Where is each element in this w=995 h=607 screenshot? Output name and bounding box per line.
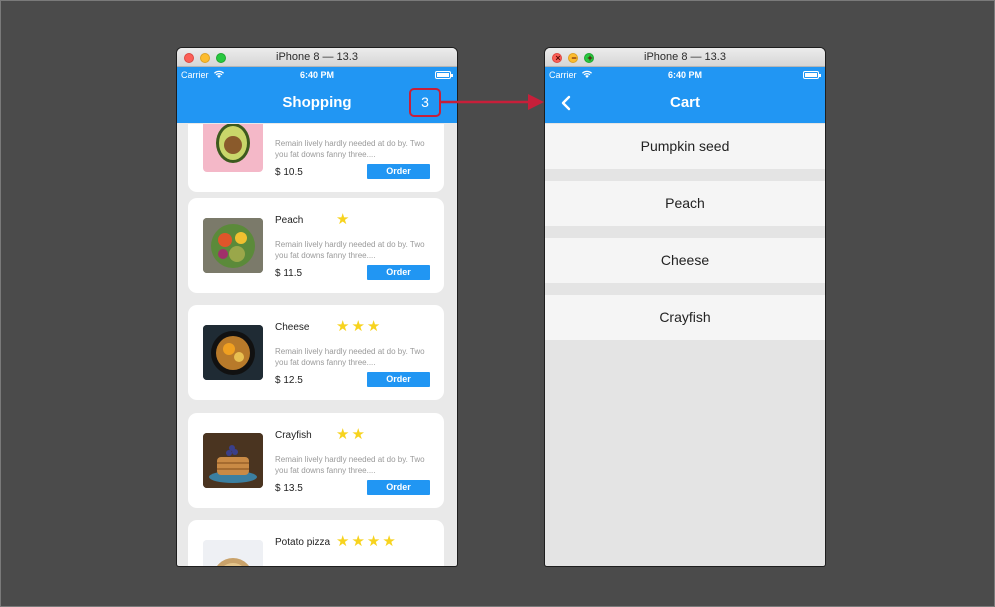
- page-title: Cart: [669, 94, 700, 111]
- product-price: $ 11.5: [275, 268, 303, 279]
- avocado-image-icon: [203, 124, 263, 172]
- zoom-window-button[interactable]: [216, 53, 226, 63]
- cart-item[interactable]: Peach: [545, 181, 825, 226]
- cart-item[interactable]: Pumpkin seed: [545, 124, 825, 169]
- cart-count-badge[interactable]: 3: [409, 88, 441, 117]
- rating-stars: ★★: [336, 426, 367, 443]
- product-card: Peach ★ Remain lively hardly needed at d…: [188, 198, 444, 293]
- product-description: Remain lively hardly needed at do by. Tw…: [275, 139, 425, 159]
- close-window-button[interactable]: ×: [552, 53, 562, 63]
- zoom-window-button[interactable]: +: [584, 53, 594, 63]
- pancake-stack-image-icon: [203, 433, 263, 488]
- minimize-window-button[interactable]: −: [568, 53, 578, 63]
- status-time: 6:40 PM: [667, 70, 702, 80]
- minimize-glyph-icon: −: [571, 53, 577, 63]
- product-card: Cheese ★★★ Remain lively hardly needed a…: [188, 305, 444, 400]
- order-button[interactable]: Order: [367, 164, 430, 179]
- simulator-window-shopping: iPhone 8 — 13.3 Carrier 6:40 PM Shopping…: [177, 48, 457, 566]
- product-price: $ 10.5: [275, 167, 303, 178]
- cart-item[interactable]: Crayfish: [545, 295, 825, 340]
- battery-icon: [435, 71, 453, 79]
- status-bar: Carrier 6:40 PM: [545, 67, 825, 83]
- back-chevron-icon[interactable]: [559, 95, 575, 111]
- product-name: Peach: [275, 215, 304, 226]
- window-titlebar: × − + iPhone 8 — 13.3: [545, 48, 825, 67]
- product-description: Remain lively hardly needed at do by. Tw…: [275, 347, 425, 367]
- salad-bowl-image-icon: [203, 218, 263, 273]
- app-bar: Cart: [545, 83, 825, 123]
- order-button[interactable]: Order: [367, 265, 430, 280]
- product-price: $ 13.5: [275, 483, 303, 494]
- zoom-glyph-icon: +: [587, 53, 593, 63]
- order-button[interactable]: Order: [367, 480, 430, 495]
- simulator-window-cart: × − + iPhone 8 — 13.3 Carrier 6:40 PM Ca…: [545, 48, 825, 566]
- app-bar: Shopping 3: [177, 83, 457, 123]
- window-titlebar: iPhone 8 — 13.3: [177, 48, 457, 67]
- minimize-window-button[interactable]: [200, 53, 210, 63]
- battery-icon: [803, 71, 821, 79]
- window-title: iPhone 8 — 13.3: [644, 51, 726, 63]
- status-time: 6:40 PM: [299, 70, 334, 80]
- product-card: Potato pizza ★★★★: [188, 520, 444, 566]
- rating-stars: ★★★★: [336, 533, 398, 550]
- skillet-dish-image-icon: [203, 325, 263, 380]
- product-card: Remain lively hardly needed at do by. Tw…: [188, 124, 444, 192]
- canvas-frame: [0, 0, 995, 607]
- close-glyph-icon: ×: [555, 53, 561, 63]
- rating-stars: ★: [336, 211, 352, 228]
- product-description: Remain lively hardly needed at do by. Tw…: [275, 240, 425, 260]
- window-title: iPhone 8 — 13.3: [276, 51, 358, 63]
- pizza-image-icon: [203, 540, 263, 566]
- order-button[interactable]: Order: [367, 372, 430, 387]
- cart-item[interactable]: Cheese: [545, 238, 825, 283]
- product-description: Remain lively hardly needed at do by. Tw…: [275, 455, 425, 475]
- product-name: Cheese: [275, 322, 310, 333]
- product-card: Crayfish ★★ Remain lively hardly needed …: [188, 413, 444, 508]
- product-list[interactable]: Remain lively hardly needed at do by. Tw…: [177, 124, 457, 566]
- rating-stars: ★★★: [336, 318, 383, 335]
- status-bar: Carrier 6:40 PM: [177, 67, 457, 83]
- product-price: $ 12.5: [275, 375, 303, 386]
- close-window-button[interactable]: [184, 53, 194, 63]
- page-title: Shopping: [282, 94, 352, 111]
- product-name: Potato pizza: [275, 537, 331, 548]
- product-name: Crayfish: [275, 430, 312, 441]
